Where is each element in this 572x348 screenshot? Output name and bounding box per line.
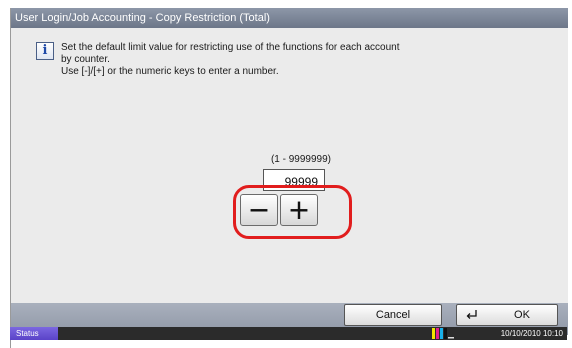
status-bar: Status 10/10/2010 10:10 bbox=[10, 327, 567, 340]
ok-button[interactable]: OK bbox=[456, 304, 558, 326]
window-title: User Login/Job Accounting - Copy Restric… bbox=[11, 8, 568, 28]
copy-restriction-screen: User Login/Job Accounting - Copy Restric… bbox=[10, 8, 568, 348]
instruction-line: Set the default limit value for restrict… bbox=[61, 42, 400, 53]
info-icon: i bbox=[36, 42, 54, 60]
instruction-line: Use [-]/[+] or the numeric keys to enter… bbox=[61, 66, 279, 77]
instruction-line: by counter. bbox=[61, 54, 110, 65]
decrement-button[interactable] bbox=[240, 194, 278, 226]
toner-icon bbox=[432, 328, 454, 339]
status-button[interactable]: Status bbox=[10, 327, 58, 340]
minus-icon bbox=[250, 209, 268, 212]
enter-icon bbox=[466, 310, 477, 319]
range-label: (1 - 9999999) bbox=[270, 154, 332, 165]
increment-button[interactable] bbox=[280, 194, 318, 226]
instruction-message: Set the default limit value for restrict… bbox=[61, 42, 481, 78]
cancel-button[interactable]: Cancel bbox=[344, 304, 442, 326]
plus-icon bbox=[290, 201, 308, 219]
main-panel: i Set the default limit value for restri… bbox=[11, 28, 568, 303]
date-time: 10/10/2010 10:10 bbox=[500, 329, 563, 338]
ok-label: OK bbox=[514, 309, 530, 321]
